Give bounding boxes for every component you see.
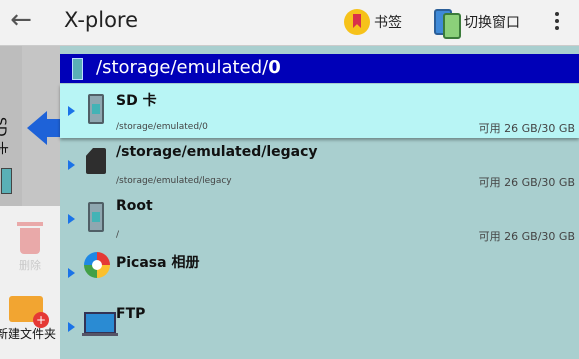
new-folder-button[interactable]: + 新建文件夹 — [0, 296, 60, 342]
item-free-space: 可用 26 GB/30 GB — [478, 230, 575, 243]
item-name: Root — [116, 198, 153, 214]
expand-triangle-icon[interactable] — [68, 214, 75, 224]
expand-triangle-icon[interactable] — [68, 160, 75, 170]
list-item[interactable]: FTP — [60, 300, 579, 354]
trash-icon — [17, 222, 43, 254]
left-pane-tab-label[interactable]: SD 卡 — [0, 117, 11, 155]
expand-triangle-icon[interactable] — [68, 106, 75, 116]
delete-button[interactable]: 删除 — [0, 222, 60, 273]
list-item[interactable]: Root / 可用 26 GB/30 GB — [60, 192, 579, 246]
phone-storage-icon — [1, 168, 12, 194]
item-path: / — [116, 230, 120, 240]
item-path: /storage/emulated/legacy — [116, 176, 232, 186]
switch-window-label: 切换窗口 — [464, 15, 520, 31]
bookmark-label: 书签 — [374, 15, 402, 31]
path-bar[interactable]: /storage/emulated/0 — [60, 54, 579, 83]
sd-card-icon — [86, 148, 106, 174]
path-text: /storage/emulated/0 — [96, 57, 281, 78]
item-name: SD 卡 — [116, 93, 157, 109]
switch-window-icon — [432, 8, 461, 39]
overflow-menu-icon[interactable] — [547, 9, 567, 37]
app-title: X-plore — [64, 8, 139, 32]
left-arrow-tail — [46, 119, 60, 137]
item-name: Picasa 相册 — [116, 255, 200, 271]
delete-label: 删除 — [19, 259, 41, 272]
phone-storage-icon — [88, 94, 104, 124]
item-name: FTP — [116, 306, 146, 322]
phone-storage-icon — [72, 58, 83, 80]
new-folder-icon: + — [9, 296, 49, 328]
switch-window-button[interactable]: 切换窗口 — [432, 6, 520, 39]
path-current: 0 — [268, 57, 281, 78]
phone-storage-icon — [88, 202, 104, 232]
path-prefix: /storage/emulated/ — [96, 57, 269, 78]
list-item[interactable]: Picasa 相册 — [60, 246, 579, 300]
list-item[interactable]: SD 卡 /storage/emulated/0 可用 26 GB/30 GB — [60, 84, 579, 138]
new-folder-label: 新建文件夹 — [0, 327, 56, 341]
item-path: /storage/emulated/0 — [116, 122, 208, 132]
item-free-space: 可用 26 GB/30 GB — [478, 176, 575, 189]
picasa-icon — [84, 252, 110, 278]
left-arrow-icon[interactable] — [27, 111, 47, 145]
expand-triangle-icon[interactable] — [68, 322, 75, 332]
ftp-monitor-icon — [82, 312, 118, 336]
item-name: /storage/emulated/legacy — [116, 144, 318, 160]
back-arrow-icon[interactable]: ← — [6, 6, 36, 36]
expand-triangle-icon[interactable] — [68, 268, 75, 278]
bookmark-icon — [344, 9, 370, 35]
app-bar: ← X-plore 书签 切换窗口 — [0, 0, 579, 46]
item-free-space: 可用 26 GB/30 GB — [478, 122, 575, 135]
list-item[interactable]: /storage/emulated/legacy /storage/emulat… — [60, 138, 579, 192]
bookmark-button[interactable]: 书签 — [344, 6, 402, 38]
